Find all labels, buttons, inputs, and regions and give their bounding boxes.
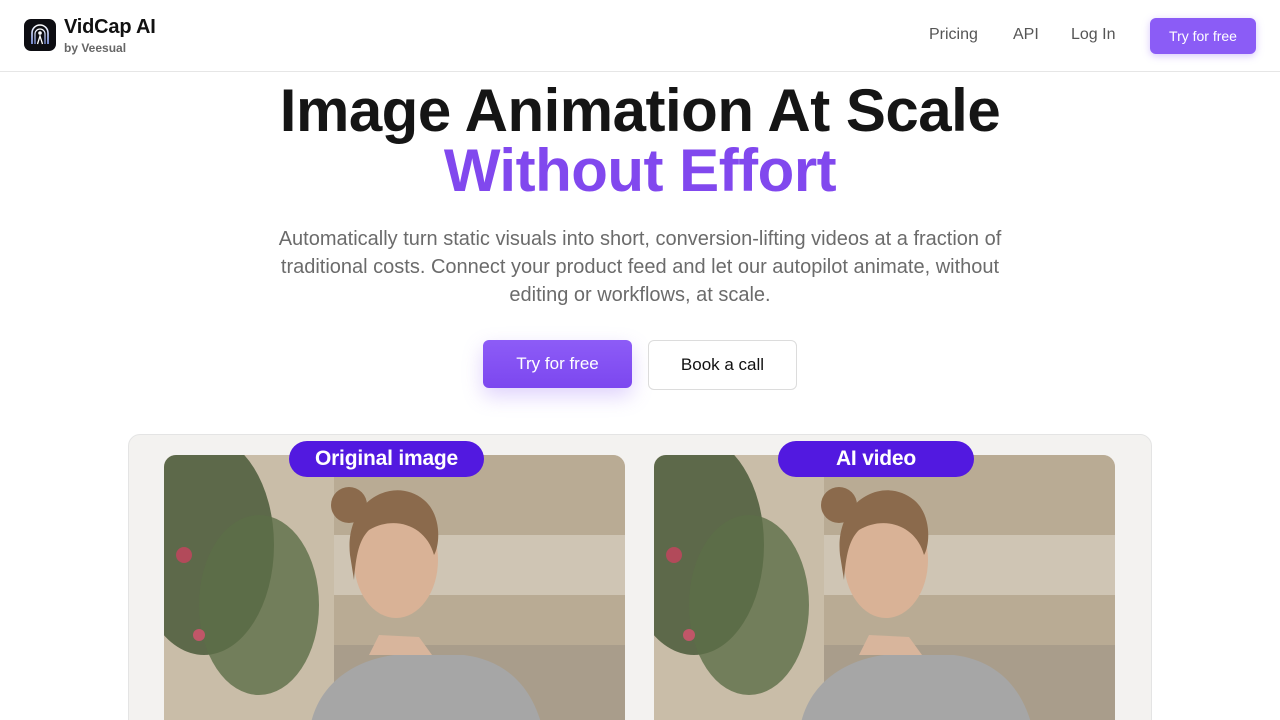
book-a-call-button[interactable]: Book a call xyxy=(648,340,797,390)
ai-video-preview[interactable] xyxy=(654,455,1115,720)
ai-video-label: AI video xyxy=(778,441,974,477)
hero-title-accent: Without Effort xyxy=(443,137,837,204)
site-header: VidCap AI by Veesual Pricing API Log In … xyxy=(0,0,1280,72)
try-for-free-button[interactable]: Try for free xyxy=(483,340,632,388)
brand-byline: by Veesual xyxy=(64,41,127,55)
brand-name[interactable]: VidCap AI xyxy=(64,16,156,39)
header-try-free-button[interactable]: Try for free xyxy=(1150,18,1256,54)
vidcap-logo-icon[interactable] xyxy=(24,19,56,51)
original-image-label: Original image xyxy=(289,441,484,477)
original-image xyxy=(164,455,625,720)
nav-api-link[interactable]: API xyxy=(1013,26,1039,44)
hero-subtitle: Automatically turn static visuals into s… xyxy=(278,228,1002,306)
nav-pricing-link[interactable]: Pricing xyxy=(929,26,978,44)
hero-title: Image Animation At Scale xyxy=(279,77,1001,144)
nav-login-link[interactable]: Log In xyxy=(1071,26,1115,44)
